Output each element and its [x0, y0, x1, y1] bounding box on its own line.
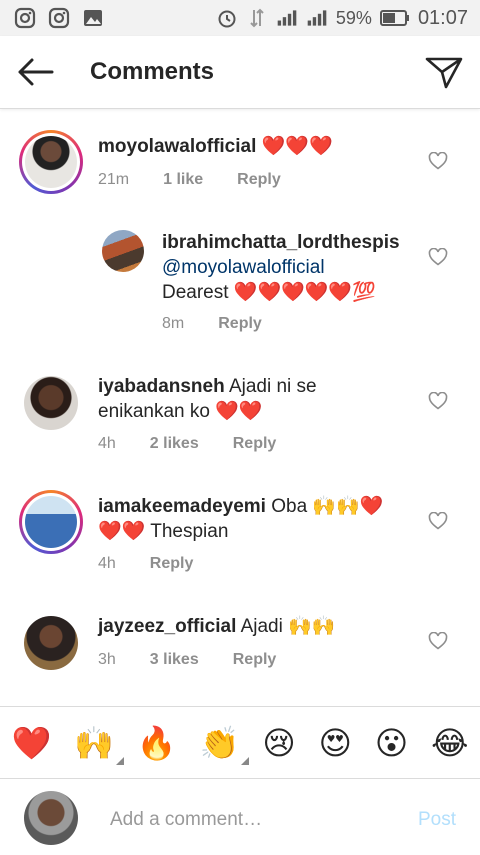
comment-meta: 8m Reply — [162, 315, 262, 333]
avatar[interactable] — [24, 616, 78, 670]
post-button[interactable]: Post — [418, 809, 456, 831]
comment-username[interactable]: jayzeez_official — [98, 616, 236, 637]
comment-input[interactable] — [108, 805, 392, 835]
comment-username[interactable]: ibrahimchatta_lordthespis — [162, 232, 400, 253]
comment-item: jayzeez_official Ajadi 🙌🙌 3h 3 likes Rep… — [0, 600, 480, 700]
comment-meta: 21m 1 like Reply — [98, 171, 281, 189]
comment-time: 3h — [98, 651, 116, 668]
fire-emoji-button[interactable]: 🔥 — [137, 725, 177, 761]
reply-button[interactable]: Reply — [237, 171, 281, 189]
signal-icon — [306, 7, 328, 29]
instagram-icon — [48, 7, 70, 29]
like-heart-icon[interactable] — [428, 631, 448, 650]
comment-text: moyolawalofficial ❤️❤️❤️ — [98, 136, 333, 157]
comment-username[interactable]: iyabadansneh — [98, 376, 225, 397]
send-icon[interactable] — [424, 54, 464, 90]
clapping-hands-emoji-button[interactable]: 👏 — [200, 725, 250, 765]
reply-button[interactable]: Reply — [218, 315, 262, 333]
crying-face-emoji-button[interactable]: 😢 — [262, 725, 295, 761]
reply-button[interactable]: Reply — [150, 555, 194, 573]
comment-text: iyabadansneh Ajadi ni se enikankan ko ❤️… — [98, 376, 317, 422]
story-ring — [19, 490, 83, 554]
story-ring — [19, 130, 83, 194]
mention-link[interactable]: @moyolawalofficial — [162, 257, 325, 278]
avatar[interactable] — [25, 496, 77, 548]
comment-text: iamakeemadeyemi Oba 🙌🙌❤️ ❤️❤️ Thespian — [98, 496, 384, 542]
comment-text: jayzeez_official Ajadi 🙌🙌 — [98, 616, 336, 637]
comment-time: 21m — [98, 171, 130, 188]
like-heart-icon[interactable] — [428, 151, 448, 170]
avatar[interactable] — [25, 136, 77, 188]
comment-time: 4h — [98, 435, 116, 452]
comment-item: iamakeemadeyemi Oba 🙌🙌❤️ ❤️❤️ Thespian 4… — [0, 480, 480, 590]
likes-count[interactable]: 2 likes — [150, 435, 199, 453]
comment-item: iyabadansneh Ajadi ni se enikankan ko ❤️… — [0, 360, 480, 470]
like-heart-icon[interactable] — [428, 511, 448, 530]
page-title: Comments — [90, 58, 215, 85]
instagram-icon — [14, 7, 36, 29]
tears-of-joy-emoji-button[interactable]: 😂 — [431, 725, 468, 761]
status-bar: 59% 01:07 — [0, 0, 480, 36]
raised-hands-emoji-button[interactable]: 🙌 — [74, 725, 125, 765]
surprised-face-emoji-button[interactable]: 😮 — [375, 725, 408, 761]
data-transfer-icon — [246, 7, 268, 29]
battery-percentage: 59% — [335, 7, 372, 28]
signal-icon — [276, 7, 298, 29]
clock: 01:07 — [417, 6, 468, 29]
comment-item: ibrahimchatta_lordthespis @moyolawaloffi… — [0, 220, 480, 350]
comment-username[interactable]: moyolawalofficial — [98, 136, 256, 157]
current-user-avatar — [24, 791, 78, 845]
comment-meta: 4h Reply — [98, 555, 193, 573]
like-heart-icon[interactable] — [428, 391, 448, 410]
back-arrow-icon[interactable] — [16, 56, 56, 88]
comment-time: 8m — [162, 315, 185, 332]
comment-composer: Post — [0, 778, 480, 855]
battery-icon — [379, 7, 410, 29]
comment-item: moyolawalofficial ❤️❤️❤️ 21m 1 like Repl… — [0, 108, 480, 208]
like-heart-icon[interactable] — [428, 247, 448, 266]
reply-button[interactable]: Reply — [233, 435, 277, 453]
emoji-quick-bar: ❤️ 🙌 🔥 👏 😢 😍 😮 😂 — [0, 706, 480, 779]
avatar[interactable] — [102, 230, 144, 272]
alarm-icon — [216, 7, 238, 29]
comment-text: ibrahimchatta_lordthespis @moyolawaloffi… — [162, 232, 400, 303]
likes-count[interactable]: 3 likes — [150, 651, 199, 669]
comment-meta: 4h 2 likes Reply — [98, 435, 276, 453]
avatar[interactable] — [24, 376, 78, 430]
heart-eyes-emoji-button[interactable]: 😍 — [319, 725, 352, 761]
likes-count[interactable]: 1 like — [163, 171, 203, 189]
comment-time: 4h — [98, 555, 116, 572]
gallery-icon — [82, 7, 104, 29]
red-heart-emoji-button[interactable]: ❤️ — [11, 725, 51, 761]
comment-username[interactable]: iamakeemadeyemi — [98, 496, 266, 517]
header: Comments — [0, 36, 480, 109]
comment-meta: 3h 3 likes Reply — [98, 651, 276, 669]
reply-button[interactable]: Reply — [233, 651, 277, 669]
